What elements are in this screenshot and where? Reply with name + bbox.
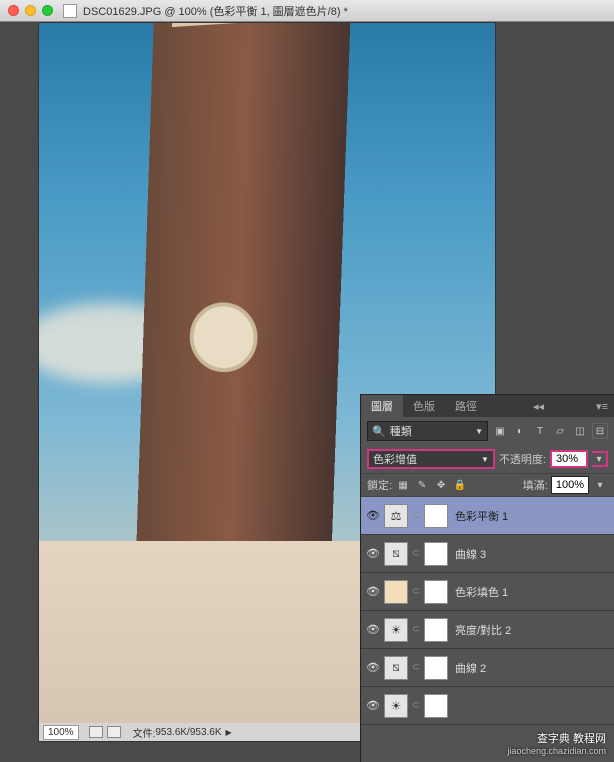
layer-mask[interactable] xyxy=(424,580,448,604)
fill-stepper[interactable]: ▾ xyxy=(592,477,608,493)
watermark-url: jiaocheng.chazidian.com xyxy=(507,746,606,756)
curves-icon: ⧅ xyxy=(384,542,408,566)
zoom-input[interactable]: 100% xyxy=(43,725,79,740)
chevron-right-icon[interactable]: ▶ xyxy=(226,728,232,737)
layers-panel: 圖層 色版 路徑 ◂◂ ▾≡ 🔍 種類 ▼ ▣ ◐ T ▱ ◫ ⊟ 色彩增值 ▼… xyxy=(360,394,614,762)
fill-value: 100% xyxy=(556,479,584,491)
link-icon: ⊂ xyxy=(411,662,421,673)
layer-mask[interactable] xyxy=(424,656,448,680)
blend-mode-dropdown[interactable]: 色彩增值 ▼ xyxy=(367,449,495,469)
filesize-label: 文件: xyxy=(127,725,156,740)
window-title: DSC01629.JPG @ 100% (色彩平衡 1, 圖層遮色片/8) * xyxy=(83,3,348,19)
traffic-lights xyxy=(8,5,53,16)
opacity-input[interactable]: 30% xyxy=(550,450,588,468)
lock-transparency-icon[interactable]: ▦ xyxy=(395,477,411,493)
visibility-icon[interactable]: 👁 xyxy=(365,546,381,562)
image-content xyxy=(189,301,259,374)
color-balance-icon: ⚖ xyxy=(384,504,408,528)
layers-list: 👁 ⚖ ⊂ 色彩平衡 1 👁 ⧅ ⊂ 曲線 3 👁 ⊂ 色彩填色 1 👁 ☀ ⊂… xyxy=(361,497,614,725)
visibility-icon[interactable]: 👁 xyxy=(365,584,381,600)
layer-name[interactable]: 色彩填色 1 xyxy=(455,584,508,600)
panel-menu-icon[interactable]: ▾≡ xyxy=(590,400,614,413)
search-icon: 🔍 xyxy=(372,425,386,438)
tab-paths[interactable]: 路徑 xyxy=(445,395,487,417)
statusbar-icon[interactable] xyxy=(107,726,121,738)
filter-shape-icon[interactable]: ▱ xyxy=(552,423,568,439)
layer-name[interactable]: 曲線 2 xyxy=(455,660,486,676)
solid-color-icon xyxy=(384,580,408,604)
link-icon: ⊂ xyxy=(411,548,421,559)
lock-pixels-icon[interactable]: ✎ xyxy=(414,477,430,493)
layer-row[interactable]: 👁 ⧅ ⊂ 曲線 2 xyxy=(361,649,614,687)
opacity-label: 不透明度: xyxy=(499,451,546,467)
opacity-stepper[interactable]: ▾ xyxy=(592,451,608,467)
link-icon: ⊂ xyxy=(411,586,421,597)
collapse-icon[interactable]: ◂◂ xyxy=(527,400,550,413)
layer-filter-dropdown[interactable]: 🔍 種類 ▼ xyxy=(367,421,488,441)
filter-adjust-icon[interactable]: ◐ xyxy=(512,423,528,439)
layer-mask[interactable] xyxy=(424,542,448,566)
lock-label: 鎖定: xyxy=(367,477,392,493)
link-icon: ⊂ xyxy=(411,624,421,635)
layer-row[interactable]: 👁 ☀ ⊂ 亮度/對比 2 xyxy=(361,611,614,649)
layer-mask[interactable] xyxy=(424,504,448,528)
tab-channels[interactable]: 色版 xyxy=(403,395,445,417)
layer-mask[interactable] xyxy=(424,618,448,642)
statusbar-icons xyxy=(89,726,121,738)
minimize-button[interactable] xyxy=(25,5,36,16)
link-icon: ⊂ xyxy=(411,510,421,521)
close-button[interactable] xyxy=(8,5,19,16)
zoom-button[interactable] xyxy=(42,5,53,16)
chevron-down-icon: ▼ xyxy=(475,427,483,436)
visibility-icon[interactable]: 👁 xyxy=(365,660,381,676)
visibility-icon[interactable]: 👁 xyxy=(365,622,381,638)
window-titlebar: DSC01629.JPG @ 100% (色彩平衡 1, 圖層遮色片/8) * xyxy=(0,0,614,22)
panel-tabs: 圖層 色版 路徑 ◂◂ ▾≡ xyxy=(361,395,614,417)
filter-type-icon[interactable]: T xyxy=(532,423,548,439)
layer-mask[interactable] xyxy=(424,694,448,718)
layer-name[interactable]: 曲線 3 xyxy=(455,546,486,562)
chevron-down-icon: ▼ xyxy=(481,455,489,464)
document-icon xyxy=(63,4,77,18)
fill-input[interactable]: 100% xyxy=(551,476,589,494)
layer-row[interactable]: 👁 ⚖ ⊂ 色彩平衡 1 xyxy=(361,497,614,535)
lock-row: 鎖定: ▦ ✎ ✥ 🔒 填滿: 100% ▾ xyxy=(361,473,614,497)
brightness-icon: ☀ xyxy=(384,618,408,642)
link-icon: ⊂ xyxy=(411,700,421,711)
lock-all-icon[interactable]: 🔒 xyxy=(452,477,468,493)
curves-icon: ⧅ xyxy=(384,656,408,680)
filter-image-icon[interactable]: ▣ xyxy=(492,423,508,439)
layer-name[interactable]: 亮度/對比 2 xyxy=(455,622,511,638)
visibility-icon[interactable]: 👁 xyxy=(365,698,381,714)
opacity-value: 30% xyxy=(556,453,578,465)
fill-label: 填滿: xyxy=(523,477,548,493)
blend-mode-value: 色彩增值 xyxy=(373,451,417,467)
visibility-icon[interactable]: 👁 xyxy=(365,508,381,524)
layer-row[interactable]: 👁 ☀ ⊂ xyxy=(361,687,614,725)
brightness-icon: ☀ xyxy=(384,694,408,718)
image-content xyxy=(135,22,351,616)
filesize-value: 953.6K/953.6K xyxy=(155,727,221,738)
tab-layers[interactable]: 圖層 xyxy=(361,395,403,417)
filter-smart-icon[interactable]: ◫ xyxy=(572,423,588,439)
filter-label: 種類 xyxy=(390,423,412,439)
layer-name[interactable]: 色彩平衡 1 xyxy=(455,508,508,524)
layer-row[interactable]: 👁 ⧅ ⊂ 曲線 3 xyxy=(361,535,614,573)
blend-row: 色彩增值 ▼ 不透明度: 30% ▾ xyxy=(361,445,614,473)
layer-row[interactable]: 👁 ⊂ 色彩填色 1 xyxy=(361,573,614,611)
watermark: 查字典 教程网 jiaocheng.chazidian.com xyxy=(507,730,606,756)
filter-row: 🔍 種類 ▼ ▣ ◐ T ▱ ◫ ⊟ xyxy=(361,417,614,445)
statusbar-icon[interactable] xyxy=(89,726,103,738)
filter-toggle-icon[interactable]: ⊟ xyxy=(592,423,608,439)
watermark-text: 查字典 教程网 xyxy=(507,730,606,746)
lock-position-icon[interactable]: ✥ xyxy=(433,477,449,493)
